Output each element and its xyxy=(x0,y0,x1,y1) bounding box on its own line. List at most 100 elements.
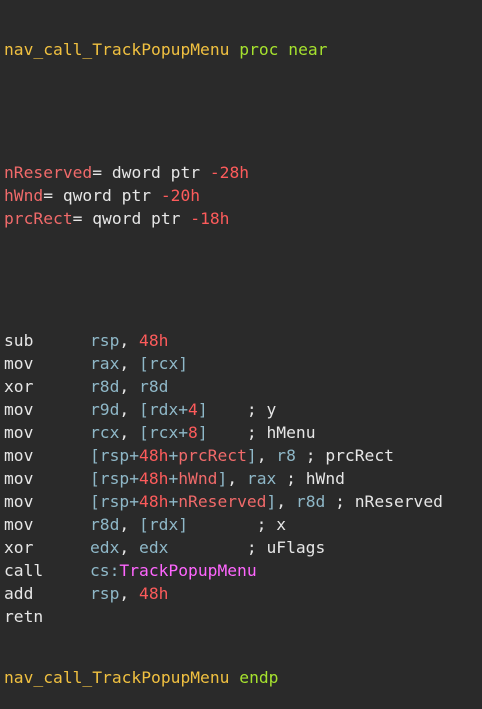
operand: [rcx] xyxy=(139,354,189,373)
proc-name[interactable]: nav_call_TrackPopupMenu xyxy=(4,40,229,59)
instruction-line[interactable]: mov [rsp+48h+prcRect], r8 ; prcRect xyxy=(4,444,482,467)
operand-text: , xyxy=(119,331,140,350)
stack-var-list: nReserved= dword ptr -28h hWnd= qword ptr… xyxy=(4,161,482,230)
immediate: 4 xyxy=(188,400,198,419)
stack-var-name[interactable]: nReserved xyxy=(4,163,92,182)
operand-text: ; nReserved xyxy=(325,492,443,511)
mnemonic: retn xyxy=(4,607,44,626)
operand-text: ; uFlags xyxy=(168,538,326,557)
operand: rsp xyxy=(90,331,120,350)
operand: [rcx+ xyxy=(139,423,189,442)
immediate: 48h xyxy=(139,492,169,511)
operand: [rsp+ xyxy=(90,469,140,488)
instruction-line[interactable]: mov [rsp+48h+hWnd], rax ; hWnd xyxy=(4,467,482,490)
instruction-line[interactable]: mov [rsp+48h+nReserved], r8d ; nReserved xyxy=(4,490,482,513)
proc-keyword: proc near xyxy=(239,40,328,59)
operand: r8d xyxy=(90,515,120,534)
instruction-list: sub rsp, 48h mov rax, [rcx] xor r8d, r8d mov r9… xyxy=(4,329,482,628)
operand: r8d xyxy=(90,377,120,396)
operand: ] xyxy=(246,446,257,465)
operand: rsp xyxy=(90,584,120,603)
mnemonic: mov xyxy=(4,515,34,534)
proc-header[interactable]: nav_call_TrackPopupMenu proc near xyxy=(4,38,482,62)
operand: rax xyxy=(90,354,120,373)
operand: r8d xyxy=(139,377,169,396)
stack-var-name[interactable]: hWnd xyxy=(4,186,43,205)
immediate: 48h xyxy=(139,584,169,603)
operand: + xyxy=(168,446,179,465)
mnemonic: call xyxy=(4,561,44,580)
proc-end-keyword: endp xyxy=(239,668,279,687)
operand-text: , xyxy=(119,400,140,419)
instruction-line[interactable]: mov rcx, [rcx+8] ; hMenu xyxy=(4,421,482,444)
instruction-line[interactable]: sub rsp, 48h xyxy=(4,329,482,352)
mnemonic: add xyxy=(4,584,34,603)
stack-var-type: = qword ptr xyxy=(43,186,161,205)
operand: [rdx+ xyxy=(139,400,189,419)
immediate: 48h xyxy=(139,331,169,350)
operand: ] xyxy=(197,400,208,419)
operand-text: ; y xyxy=(207,400,277,419)
immediate: 48h xyxy=(139,469,169,488)
operand-text: , xyxy=(119,423,140,442)
instruction-line[interactable]: xor edx, edx ; uFlags xyxy=(4,536,482,559)
stack-var-type: = dword ptr xyxy=(92,163,210,182)
operand: [rdx] xyxy=(139,515,189,534)
operand: + xyxy=(168,492,179,511)
mnemonic: mov xyxy=(4,400,34,419)
operand-text: ; hWnd xyxy=(276,469,345,488)
instruction-line[interactable]: mov rax, [rcx] xyxy=(4,352,482,375)
instruction-line[interactable]: retn xyxy=(4,605,482,628)
stack-var-ref[interactable]: prcRect xyxy=(178,446,247,465)
stack-var-type: = qword ptr xyxy=(72,209,191,228)
operand: r9d xyxy=(90,400,120,419)
operand: [rsp+ xyxy=(90,492,140,511)
stack-var-offset: -20h xyxy=(160,186,201,205)
operand: cs: xyxy=(90,561,120,580)
operand: r8d xyxy=(295,492,326,511)
operand-text: , xyxy=(276,492,296,511)
operand-text: , xyxy=(119,584,140,603)
operand: ] xyxy=(197,423,208,442)
operand-text: , xyxy=(227,469,247,488)
operand: rax xyxy=(246,469,277,488)
function-ref[interactable]: TrackPopupMenu xyxy=(119,561,256,580)
operand-text: ; hMenu xyxy=(207,423,316,442)
operand: ] xyxy=(266,492,277,511)
operand-text: ; prcRect xyxy=(295,446,394,465)
operand-text: , xyxy=(119,515,140,534)
stack-var-line[interactable]: prcRect= qword ptr -18h xyxy=(4,207,482,230)
disassembly-listing: nav_call_TrackPopupMenu proc near nReser… xyxy=(0,0,482,709)
instruction-line[interactable]: call cs:TrackPopupMenu xyxy=(4,559,482,582)
stack-var-line[interactable]: nReserved= dword ptr -28h xyxy=(4,161,482,184)
mnemonic: sub xyxy=(4,331,34,350)
immediate: 48h xyxy=(139,446,169,465)
stack-var-offset: -28h xyxy=(209,163,250,182)
stack-var-ref[interactable]: nReserved xyxy=(178,492,266,511)
operand-text: , xyxy=(119,377,140,396)
operand: ] xyxy=(217,469,228,488)
instruction-line[interactable]: mov r8d, [rdx] ; x xyxy=(4,513,482,536)
operand-text: , xyxy=(119,354,140,373)
operand: edx xyxy=(90,538,120,557)
stack-var-offset: -18h xyxy=(190,209,230,228)
operand: rcx xyxy=(90,423,120,442)
instruction-line[interactable]: xor r8d, r8d xyxy=(4,375,482,398)
mnemonic: mov xyxy=(4,423,34,442)
mnemonic: xor xyxy=(4,377,34,396)
stack-var-line[interactable]: hWnd= qword ptr -20h xyxy=(4,184,482,207)
immediate: 8 xyxy=(188,423,198,442)
mnemonic: mov xyxy=(4,354,34,373)
proc-footer[interactable]: nav_call_TrackPopupMenu endp xyxy=(4,666,482,690)
mnemonic: mov xyxy=(4,469,34,488)
stack-var-name[interactable]: prcRect xyxy=(4,209,73,228)
operand-text: , xyxy=(256,446,277,465)
stack-var-ref[interactable]: hWnd xyxy=(178,469,217,488)
proc-end-name[interactable]: nav_call_TrackPopupMenu xyxy=(4,668,229,687)
instruction-line[interactable]: add rsp, 48h xyxy=(4,582,482,605)
operand: edx xyxy=(139,538,169,557)
mnemonic: mov xyxy=(4,446,34,465)
mnemonic: xor xyxy=(4,538,34,557)
instruction-line[interactable]: mov r9d, [rdx+4] ; y xyxy=(4,398,482,421)
